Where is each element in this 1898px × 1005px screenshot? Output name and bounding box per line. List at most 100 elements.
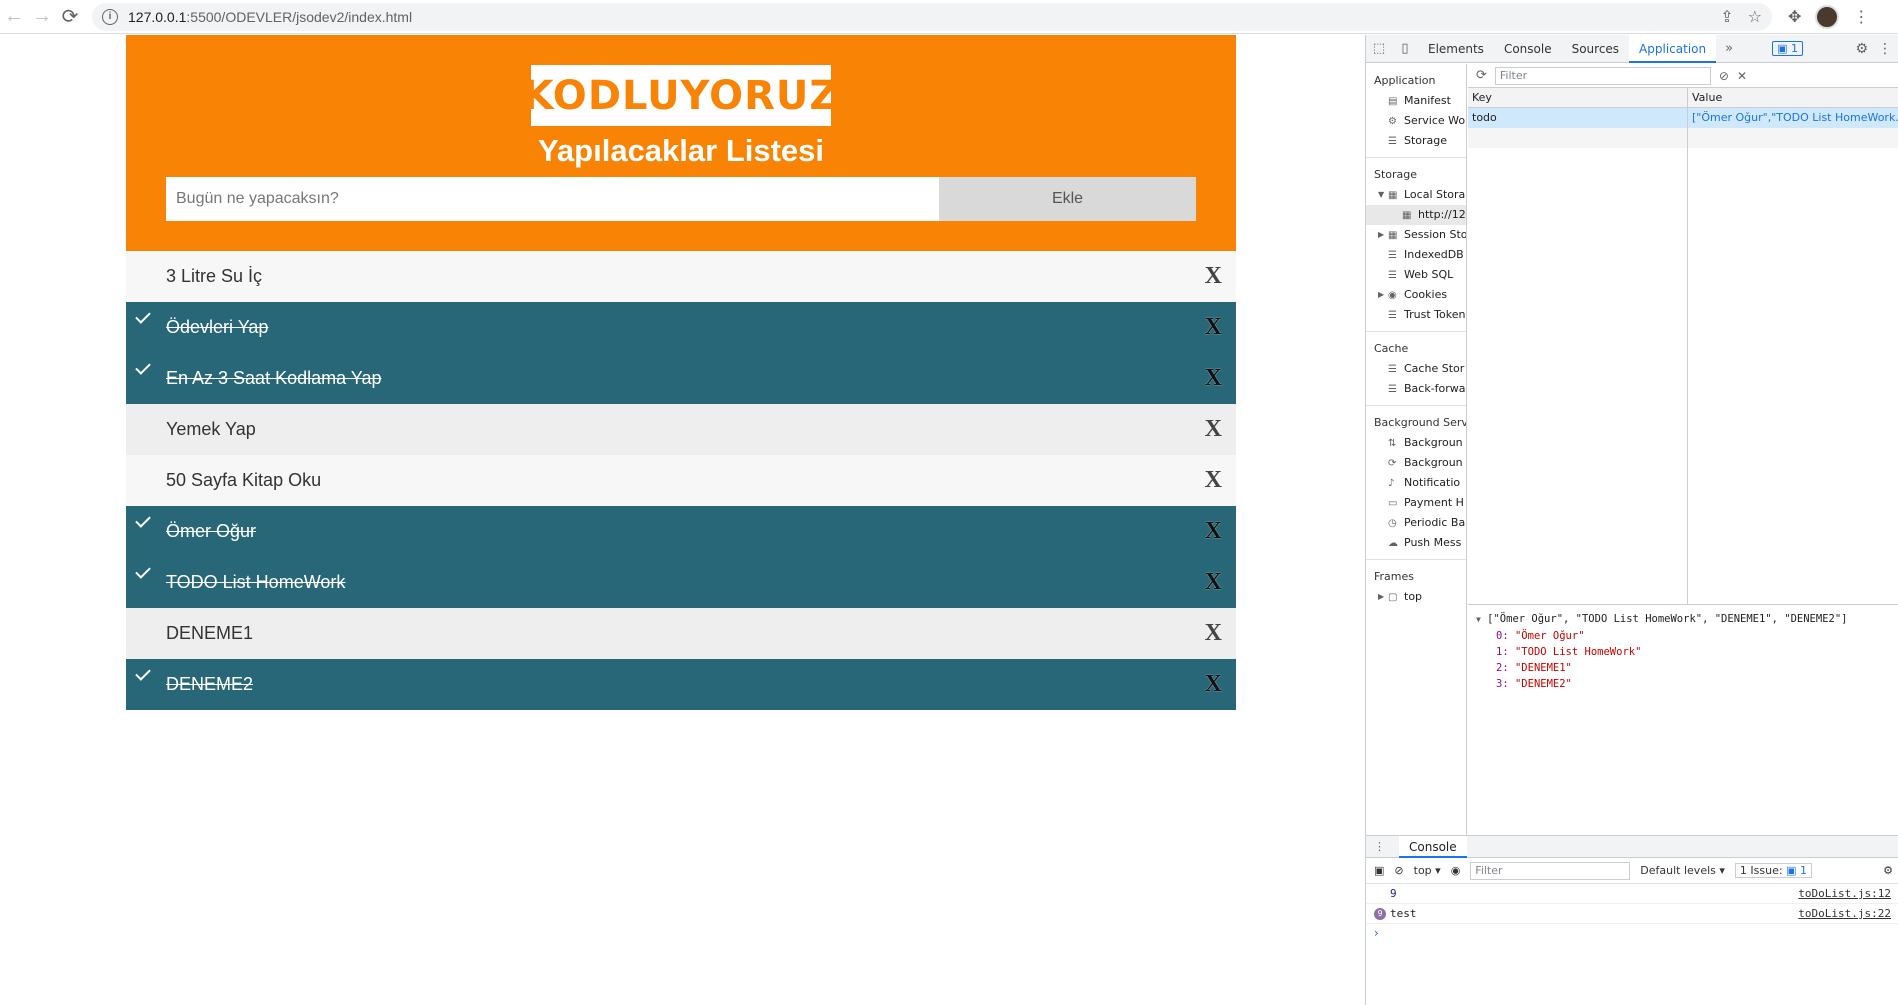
sidebar-item-background-fetch[interactable]: ⇅ Backgroun (1366, 433, 1466, 453)
sidebar-item-payment-handler[interactable]: ▭ Payment H (1366, 493, 1466, 513)
delete-item-button[interactable]: X (1205, 557, 1222, 608)
extensions-puzzle-icon[interactable]: ✥ (1788, 7, 1801, 27)
share-icon[interactable]: ⇪ (1720, 7, 1733, 27)
console-message: test (1390, 907, 1417, 920)
tab-elements[interactable]: Elements (1418, 35, 1494, 63)
site-info-icon[interactable]: i (102, 8, 118, 25)
sidebar-item-back-forward-cache[interactable]: ☰ Back-forwa (1366, 379, 1466, 399)
tab-sources[interactable]: Sources (1562, 35, 1629, 63)
console-source-link[interactable]: toDoList.js:12 (1798, 884, 1898, 903)
refresh-icon[interactable]: ⟳ (1476, 68, 1487, 83)
todo-item[interactable]: Yemek Yap X (126, 404, 1236, 455)
storage-filter-input[interactable]: Filter (1494, 66, 1711, 85)
section-application-title: Application (1374, 74, 1436, 87)
back-icon[interactable]: ← (0, 3, 28, 31)
devtools-menu-icon[interactable]: ⋮ (1878, 41, 1892, 57)
console-settings-gear-icon[interactable]: ⚙ (1883, 864, 1898, 877)
collapsed-triangle-icon[interactable]: ▶ (1378, 587, 1384, 607)
delete-item-button[interactable]: X (1205, 251, 1222, 302)
console-issues-button[interactable]: 1 Issue: ▣ 1 (1734, 863, 1812, 878)
bell-icon: ♪ (1388, 478, 1395, 489)
device-toolbar-icon[interactable]: ▯ (1392, 41, 1418, 56)
devtools-tabbar: ⬚ ▯ Elements Console Sources Application… (1366, 34, 1898, 63)
add-button[interactable]: Ekle (939, 177, 1196, 221)
drawer-menu-icon[interactable]: ⋮ (1366, 840, 1385, 853)
eye-icon[interactable]: ◉ (1451, 864, 1461, 877)
console-line: 9 toDoList.js:12 (1366, 884, 1898, 904)
storage-row[interactable]: todo ["Ömer Oğur","TODO List HomeWork... (1468, 108, 1898, 128)
database-icon: ☰ (1388, 364, 1397, 375)
tab-application[interactable]: Application (1629, 34, 1717, 63)
reload-icon[interactable]: ⟳ (56, 3, 84, 31)
todo-text: DENEME1 (166, 623, 254, 643)
todo-list: 3 Litre Su İç X Ödevleri Yap X En Az 3 Saat … (126, 251, 1236, 710)
sidebar-item-local-origin[interactable]: ▦ http://12 (1366, 205, 1466, 225)
log-levels-dropdown[interactable]: Default levels ▾ (1640, 864, 1725, 877)
browser-menu-icon[interactable]: ⋮ (1853, 7, 1869, 27)
sidebar-item-indexeddb[interactable]: ☰ IndexedDB (1366, 245, 1466, 265)
sidebar-item-background-sync[interactable]: ⟳ Backgroun (1366, 453, 1466, 473)
sidebar-item-service-workers[interactable]: ⚙ Service Wo (1366, 111, 1466, 131)
sidebar-item-web-sql[interactable]: ☰ Web SQL (1366, 265, 1466, 285)
expanded-triangle-icon[interactable]: ▼ (1476, 615, 1481, 624)
console-source-link[interactable]: toDoList.js:22 (1798, 904, 1898, 923)
task-input[interactable] (166, 177, 939, 221)
clear-console-icon[interactable]: ⊘ (1394, 864, 1403, 877)
console-message: 9 (1390, 887, 1397, 900)
sidebar-item-cookies[interactable]: ▶ ◉ Cookies (1366, 285, 1466, 305)
bookmark-star-icon[interactable]: ☆ (1748, 7, 1762, 27)
delete-selected-icon[interactable]: ✕ (1737, 69, 1747, 83)
clear-all-icon[interactable]: ⊘ (1719, 69, 1729, 83)
delete-item-button[interactable]: X (1205, 455, 1222, 506)
sidebar-item-push-messaging[interactable]: ☁ Push Mess (1366, 533, 1466, 553)
preview-summary[interactable]: ▼ ["Ömer Oğur", "TODO List HomeWork", "D… (1476, 611, 1891, 628)
console-prompt[interactable]: › (1366, 924, 1898, 942)
sidebar-item-periodic-sync[interactable]: ◷ Periodic Ba (1366, 513, 1466, 533)
sidebar-item-manifest[interactable]: ▤ Manifest (1366, 91, 1466, 111)
delete-item-button[interactable]: X (1205, 353, 1222, 404)
todo-item[interactable]: En Az 3 Saat Kodlama Yap X (126, 353, 1236, 404)
forward-icon[interactable]: → (28, 3, 56, 31)
collapsed-triangle-icon[interactable]: ▶ (1378, 225, 1384, 245)
delete-item-button[interactable]: X (1205, 404, 1222, 455)
sidebar-item-notifications[interactable]: ♪ Notificatio (1366, 473, 1466, 493)
delete-item-button[interactable]: X (1205, 659, 1222, 710)
todo-item[interactable]: DENEME2 X (126, 659, 1236, 710)
sidebar-item-session-storage[interactable]: ▶ ▦ Session Sto (1366, 225, 1466, 245)
delete-item-button[interactable]: X (1205, 608, 1222, 659)
todo-item[interactable]: 50 Sayfa Kitap Oku X (126, 455, 1236, 506)
todo-item[interactable]: DENEME1 X (126, 608, 1236, 659)
collapsed-triangle-icon[interactable]: ▶ (1378, 285, 1384, 305)
sidebar-item-local-storage[interactable]: ▼ ▦ Local Stora (1366, 185, 1466, 205)
app-header: KODLUYORUZ Yapılacaklar Listesi Ekle (126, 35, 1236, 251)
console-filter-input[interactable]: Filter (1470, 861, 1631, 880)
drawer-tab-console[interactable]: Console (1399, 835, 1467, 858)
value-column-header[interactable]: Value (1688, 88, 1898, 107)
delete-item-button[interactable]: X (1205, 506, 1222, 557)
delete-item-button[interactable]: X (1205, 302, 1222, 353)
sidebar-toggle-icon[interactable]: ▣ (1374, 864, 1384, 877)
settings-gear-icon[interactable]: ⚙ (1855, 41, 1868, 57)
address-bar[interactable]: i 127.0.0.1:5500/ODEVLER/jsodev2/index.h… (92, 2, 1772, 31)
more-tabs-icon[interactable]: » (1716, 41, 1742, 56)
sidebar-item-frame-top[interactable]: ▶ ▢ top (1366, 587, 1466, 607)
expanded-triangle-icon[interactable]: ▼ (1378, 185, 1384, 205)
inspect-element-icon[interactable]: ⬚ (1366, 41, 1392, 56)
browser-toolbar: ← → ⟳ i 127.0.0.1:5500/ODEVLER/jsodev2/i… (0, 0, 1898, 34)
todo-item[interactable]: 3 Litre Su İç X (126, 251, 1236, 302)
todo-item[interactable]: Ödevleri Yap X (126, 302, 1236, 353)
value-preview: ▼ ["Ömer Oğur", "TODO List HomeWork", "D… (1468, 604, 1898, 698)
database-icon: ☰ (1388, 384, 1397, 395)
tab-console[interactable]: Console (1494, 35, 1562, 63)
context-selector[interactable]: top ▾ (1414, 864, 1441, 877)
todo-item[interactable]: Ömer Oğur X (126, 506, 1236, 557)
todo-item[interactable]: TODO List HomeWork X (126, 557, 1236, 608)
sidebar-item-cache-storage[interactable]: ☰ Cache Stor (1366, 359, 1466, 379)
profile-avatar[interactable] (1815, 4, 1840, 29)
clock-icon: ◷ (1388, 518, 1397, 529)
issues-badge[interactable]: ▣ 1 (1772, 41, 1803, 56)
checkmark-icon (135, 512, 151, 528)
key-column-header[interactable]: Key (1468, 88, 1688, 107)
sidebar-item-trust-tokens[interactable]: ☰ Trust Token (1366, 305, 1466, 325)
sidebar-item-storage[interactable]: ☰ Storage (1366, 131, 1466, 151)
